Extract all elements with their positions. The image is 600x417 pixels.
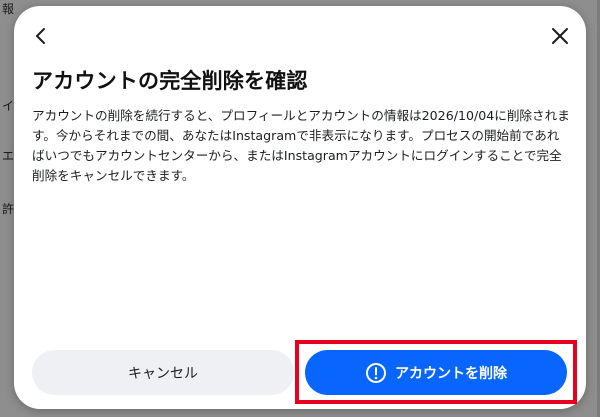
background-text-fragment: エ [2,149,15,163]
delete-account-dialog: アカウントの完全削除を確認 アカウントの削除を続行すると、プロフィールとアカウン… [14,6,586,409]
dialog-title: アカウントの完全削除を確認 [32,69,308,93]
cancel-button-label: キャンセル [128,365,198,382]
back-button[interactable] [23,18,59,54]
cancel-button[interactable]: キャンセル [32,350,294,395]
delete-account-button[interactable]: アカウントを削除 [305,350,567,395]
close-icon [552,28,568,44]
alert-circle-icon [365,362,387,384]
close-button[interactable] [542,18,578,54]
dialog-description: アカウントの削除を続行すると、プロフィールとアカウントの情報は2026/10/0… [32,108,570,183]
background-text-fragment: イ [2,99,15,113]
delete-account-button-label: アカウントを削除 [395,365,507,382]
background-text-fragment: 報 [2,2,15,16]
chevron-left-icon [36,28,45,44]
background-text-fragment: 許 [2,202,15,216]
